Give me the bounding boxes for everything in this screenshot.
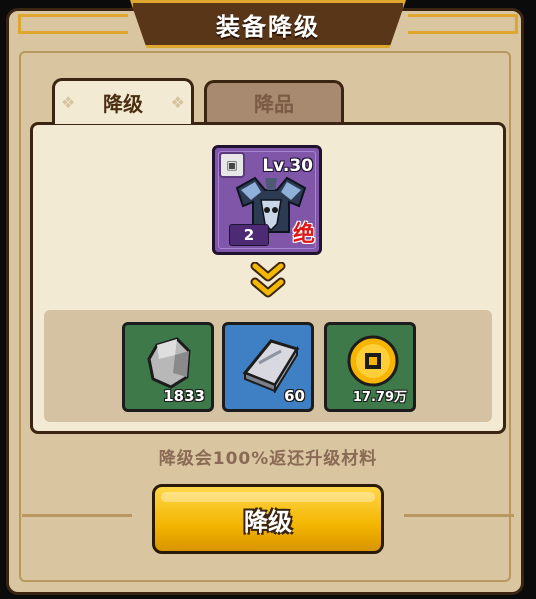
title-banner: 装备降级 bbox=[130, 0, 406, 48]
material-count: 60 bbox=[284, 387, 305, 405]
downgrade-button[interactable]: 降级 bbox=[152, 484, 384, 554]
tab-quality-down[interactable]: 降品 bbox=[204, 80, 344, 122]
downgrade-button-label: 降级 bbox=[244, 507, 292, 536]
silver-ingot-icon bbox=[242, 339, 300, 393]
chevron-down-icon bbox=[250, 262, 286, 298]
material-stone[interactable]: 1833 bbox=[122, 322, 214, 412]
knot-ornament-icon: ❖ bbox=[61, 93, 76, 112]
tab-quality-down-label: 降品 bbox=[254, 92, 294, 116]
equipment-slot[interactable]: ▣ Lv.30 2 绝 bbox=[212, 145, 322, 255]
tab-downgrade[interactable]: ❖ 降级 ❖ bbox=[52, 78, 194, 124]
cloth-icon: ▣ bbox=[219, 152, 245, 178]
knot-ornament-icon: ❖ bbox=[170, 93, 185, 112]
material-count: 1833 bbox=[163, 387, 205, 405]
downgrade-description: 降级会100%返还升级材料 bbox=[158, 449, 378, 469]
bottom-decoration-left bbox=[22, 514, 132, 529]
material-count: 17.79万 bbox=[352, 390, 407, 405]
bottom-decoration-right bbox=[404, 514, 514, 529]
item-quality-mark: 绝 bbox=[292, 222, 315, 247]
item-level: Lv.30 bbox=[262, 156, 313, 176]
title-decoration-right bbox=[408, 14, 518, 34]
item-grade: 2 bbox=[229, 224, 269, 246]
material-gold[interactable]: 17.79万 bbox=[324, 322, 416, 412]
tab-downgrade-label: 降级 bbox=[103, 92, 143, 116]
gold-coin-icon bbox=[347, 335, 399, 387]
title-decoration-left bbox=[18, 14, 128, 34]
material-silver[interactable]: 60 bbox=[222, 322, 314, 412]
dialog-title: 装备降级 bbox=[216, 12, 320, 41]
stone-icon bbox=[147, 337, 191, 389]
